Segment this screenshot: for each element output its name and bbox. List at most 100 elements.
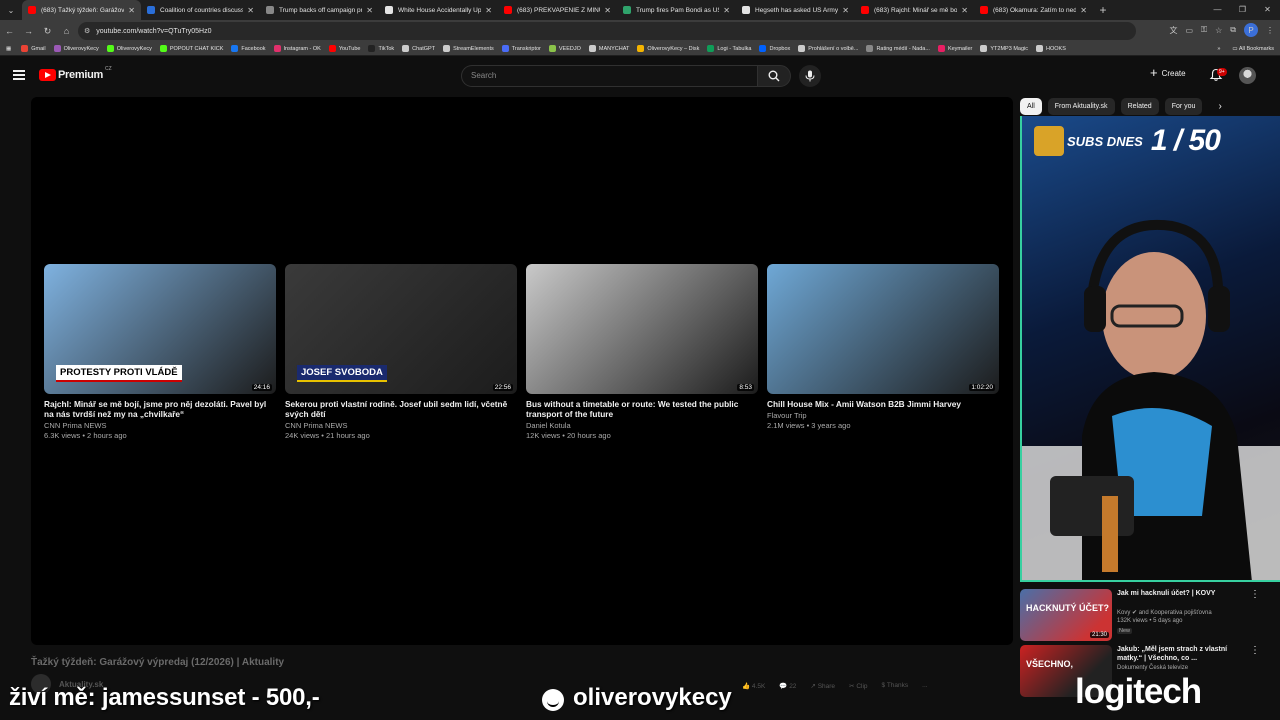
endscreen-video-card[interactable]: 1:02:20 Chill House Mix - Amii Watson B2B… (767, 264, 999, 430)
bookmark-item[interactable]: ChatGPT (402, 45, 435, 52)
tab-search-icon[interactable]: ⌄ (0, 0, 22, 20)
forward-icon[interactable]: → (19, 26, 38, 36)
browser-menu-icon[interactable]: ⋮ (1266, 26, 1274, 35)
related-video-channel[interactable]: Kovy ✔ and Kooperativa pojišťovna (1117, 609, 1212, 616)
new-tab-button[interactable]: + (1093, 3, 1113, 17)
bookmark-item[interactable]: YouTube (328, 45, 360, 52)
close-window-icon[interactable]: ✕ (1255, 0, 1280, 20)
search-input[interactable]: Search (461, 65, 757, 87)
bookmark-item[interactable]: Prohlášení o volbě... (798, 45, 858, 52)
translate-icon[interactable]: 文 (1169, 25, 1177, 36)
bookmark-item[interactable]: Transkriptor (501, 45, 541, 52)
video-title[interactable]: Chill House Mix - Amii Watson B2B Jimmi … (767, 399, 999, 409)
more-actions-button[interactable]: ... (922, 682, 927, 690)
more-options-icon[interactable]: ⋮ (1250, 645, 1260, 656)
tab-close-icon[interactable]: ✕ (842, 6, 849, 15)
video-channel[interactable]: CNN Prima NEWS (285, 421, 517, 430)
endscreen-video-card[interactable]: 8:53 Bus without a timetable or route: We… (526, 264, 758, 440)
minimize-icon[interactable]: — (1205, 0, 1230, 20)
browser-tab[interactable]: White House Accidentally Uplo ✕ (379, 0, 498, 20)
bookmark-item[interactable]: VEEDJO (548, 45, 581, 52)
browser-tab[interactable]: Hegseth has asked US Army ch ✕ (736, 0, 855, 20)
video-channel[interactable]: CNN Prima NEWS (44, 421, 276, 430)
video-channel[interactable]: Daniel Kotula (526, 421, 758, 430)
video-title[interactable]: Sekerou proti vlastní rodině. Josef ubil… (285, 399, 517, 419)
browser-tab[interactable]: Coalition of countries discuss V ✕ (141, 0, 260, 20)
url-field[interactable]: ⚙ youtube.com/watch?v=QTuTry05Hz0 (78, 22, 1136, 40)
search-button[interactable] (757, 65, 791, 87)
more-options-icon[interactable]: ⋮ (1250, 589, 1260, 600)
share-button[interactable]: ↗ Share (810, 682, 835, 690)
like-button[interactable]: 👍 4.5K (742, 682, 765, 690)
tab-close-icon[interactable]: ✕ (366, 6, 373, 15)
create-button[interactable]: + Create (1150, 66, 1186, 79)
video-thumbnail[interactable]: PROTESTY PROTI VLÁDĚ 24:16 (44, 264, 276, 394)
video-title[interactable]: Bus without a timetable or route: We tes… (526, 399, 758, 419)
voice-search-button[interactable] (799, 65, 821, 87)
related-video-title[interactable]: Jakub: „Měl jsem strach z vlastní matky.… (1117, 645, 1243, 663)
bookmark-item[interactable]: OliverovyKecy (53, 45, 99, 52)
extensions-icon[interactable]: ⧉ (1230, 25, 1236, 35)
reload-icon[interactable]: ↻ (38, 26, 57, 37)
chip-for-you[interactable]: For you (1164, 98, 1203, 115)
video-title[interactable]: Rajchl: Minář se mě bojí, jsme pro něj d… (44, 399, 276, 419)
related-video-channel[interactable]: Dokumenty Česká televize (1117, 665, 1188, 671)
video-thumbnail[interactable]: JOSEF SVOBODA 22:56 (285, 264, 517, 394)
account-avatar[interactable] (1239, 67, 1256, 84)
tab-close-icon[interactable]: ✕ (247, 6, 254, 15)
bookmark-item[interactable]: TikTok (368, 45, 394, 52)
browser-tab[interactable]: (683) PREKVAPENIE Z MINULOS ✕ (498, 0, 617, 20)
chip-all[interactable]: All (1020, 98, 1042, 115)
browser-tab[interactable]: (683) Ťažký týždeň: Garážový v ✕ (22, 0, 141, 20)
video-thumbnail[interactable]: 8:53 (526, 264, 758, 394)
video-thumbnail[interactable]: 1:02:20 (767, 264, 999, 394)
video-channel[interactable]: Flavour Trip (767, 411, 999, 420)
comments-button[interactable]: 💬 22 (779, 682, 796, 690)
tab-close-icon[interactable]: ✕ (485, 6, 492, 15)
bookmark-star-icon[interactable]: ☆ (1215, 26, 1222, 35)
profile-avatar[interactable]: P (1244, 23, 1258, 37)
related-video-item[interactable]: HACKNUTÝ ÚČET? 21:30 Jak mi hacknuli účet?… (1020, 589, 1270, 641)
chip-related[interactable]: Related (1120, 98, 1159, 115)
bookmark-item[interactable]: Instagram - OK (273, 45, 321, 52)
endscreen-video-card[interactable]: PROTESTY PROTI VLÁDĚ 24:16 Rajchl: Minář s… (44, 264, 276, 440)
bookmark-item[interactable]: POPOUT CHAT KICK (159, 45, 223, 52)
bookmark-item[interactable]: HOOKS (1036, 45, 1066, 52)
browser-tab[interactable]: (683) Rajchl: Minář se mě bojí, j ✕ (855, 0, 974, 20)
browser-tab[interactable]: Trump backs off campaign prom✕ (260, 0, 379, 20)
menu-icon[interactable] (13, 70, 25, 80)
bookmark-item[interactable]: OliverovyKecy – Disk (637, 45, 699, 52)
tab-close-icon[interactable]: ✕ (961, 6, 968, 15)
tab-close-icon[interactable]: ✕ (604, 6, 611, 15)
bookmark-item[interactable]: Gmail (21, 45, 46, 52)
bookmark-item[interactable]: Keymailer (937, 45, 972, 52)
bookmark-item[interactable]: Logi - Tabulka (707, 45, 751, 52)
tab-close-icon[interactable]: ✕ (723, 6, 730, 15)
bookmark-item[interactable]: YT2MP3 Magic (980, 45, 1028, 52)
key-icon[interactable]: ⚿ (1201, 25, 1207, 35)
bookmark-item[interactable]: Rating médií - Nada... (866, 45, 930, 52)
bookmarks-overflow-icon[interactable]: » (1217, 46, 1220, 52)
tab-close-icon[interactable]: ✕ (128, 6, 135, 15)
bookmark-item[interactable]: OliverovyKecy (106, 45, 152, 52)
tab-close-icon[interactable]: ✕ (1080, 6, 1087, 15)
home-icon[interactable]: ⌂ (57, 26, 76, 36)
bookmark-item[interactable]: MANYCHAT (588, 45, 629, 52)
related-video-title[interactable]: Jak mi hacknuli účet? | KOVY (1117, 589, 1243, 598)
endscreen-video-card[interactable]: JOSEF SVOBODA 22:56 Sekerou proti vlastní … (285, 264, 517, 440)
browser-tab[interactable]: Trump fires Pam Bondi as US at ✕ (617, 0, 736, 20)
apps-icon[interactable]: ▦ (6, 46, 11, 52)
bookmark-item[interactable]: Dropbox (759, 45, 790, 52)
chevron-right-icon[interactable]: › (1218, 101, 1221, 112)
chip-from-channel[interactable]: From Aktuality.sk (1047, 98, 1115, 115)
clip-button[interactable]: ✂ Clip (849, 682, 867, 690)
bookmark-item[interactable]: StreamElements (443, 45, 494, 52)
all-bookmarks-folder[interactable]: ▭ All Bookmarks (1232, 46, 1274, 52)
cast-icon[interactable]: ▭ (1185, 26, 1193, 35)
site-info-icon[interactable]: ⚙ (84, 27, 90, 35)
youtube-logo[interactable]: Premium CZ (39, 66, 112, 81)
browser-tab[interactable]: (683) Okamura: Zatím to nedělá ✕ (974, 0, 1093, 20)
thanks-button[interactable]: $ Thanks (882, 682, 909, 690)
back-icon[interactable]: ← (0, 26, 19, 36)
restore-icon[interactable]: ❐ (1230, 0, 1255, 20)
